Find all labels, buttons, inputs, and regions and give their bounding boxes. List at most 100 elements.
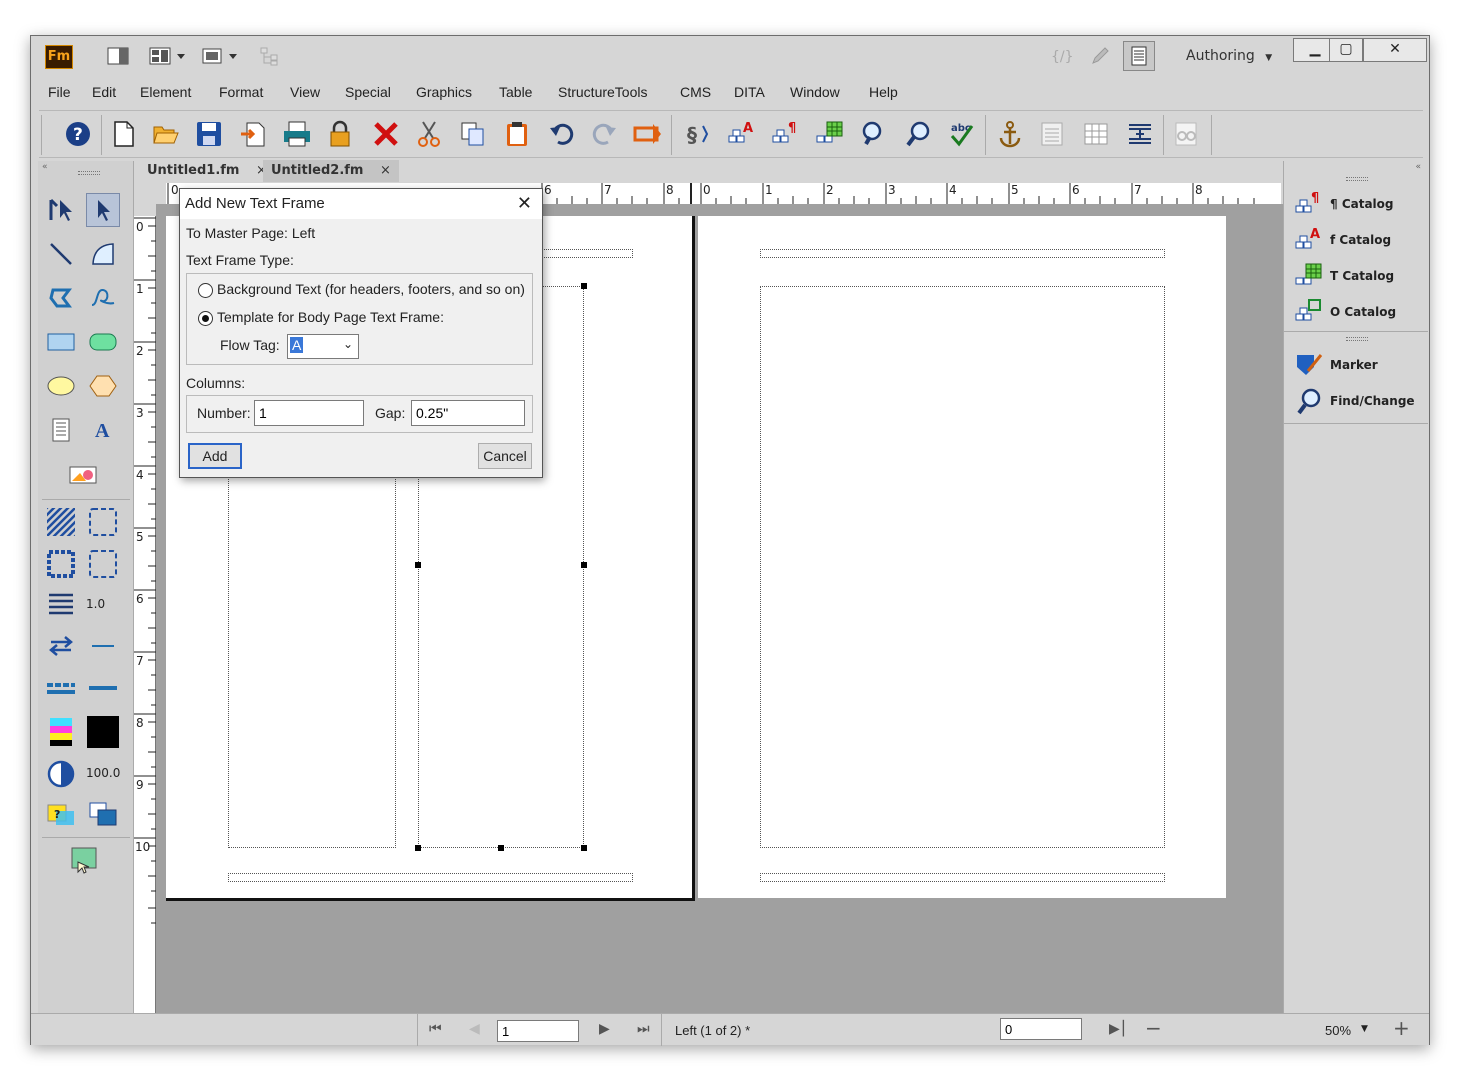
freehand-tool-icon[interactable] bbox=[86, 281, 120, 315]
copy-icon[interactable] bbox=[458, 119, 488, 149]
menu-cms[interactable]: CMS bbox=[680, 84, 711, 100]
close-icon[interactable]: × bbox=[380, 163, 391, 178]
columns-gap-input[interactable] bbox=[411, 400, 525, 426]
find-change-item[interactable]: Find/Change bbox=[1294, 386, 1415, 416]
page-number-input[interactable] bbox=[497, 1020, 579, 1042]
last-page-icon[interactable]: ⏭ bbox=[637, 1021, 650, 1037]
menu-format[interactable]: Format bbox=[219, 84, 263, 100]
tint-icon[interactable] bbox=[44, 757, 78, 791]
import-icon[interactable] bbox=[238, 119, 268, 149]
previous-page-icon[interactable]: ◀ bbox=[469, 1021, 480, 1037]
cancel-button[interactable]: Cancel bbox=[478, 443, 532, 469]
wysiwyg-view-icon[interactable] bbox=[1123, 41, 1155, 71]
tab-untitled2[interactable]: Untitled2.fm × bbox=[263, 160, 399, 182]
workspace-switcher[interactable]: Authoring ▼ bbox=[1186, 48, 1272, 64]
graphics-tools-icon[interactable] bbox=[66, 843, 100, 877]
dash-pattern-icon[interactable] bbox=[44, 671, 78, 705]
solid-line-icon[interactable] bbox=[86, 671, 120, 705]
character-designer-icon[interactable]: A bbox=[727, 119, 757, 149]
smart-select-icon[interactable] bbox=[44, 193, 78, 227]
lock-icon[interactable] bbox=[325, 119, 355, 149]
selection-handle[interactable] bbox=[581, 283, 587, 289]
zoom-level[interactable]: 50% bbox=[1325, 1023, 1351, 1038]
text-column-icon[interactable] bbox=[44, 413, 78, 447]
pen-none-icon[interactable] bbox=[86, 547, 120, 581]
table-catalog-item[interactable]: T Catalog bbox=[1294, 261, 1394, 291]
current-color-swatch[interactable] bbox=[86, 715, 120, 749]
help-icon[interactable]: ? bbox=[63, 119, 93, 149]
header-frame[interactable] bbox=[760, 249, 1165, 258]
panel-toggle-icon[interactable] bbox=[107, 46, 129, 66]
menu-window[interactable]: Window bbox=[790, 84, 840, 100]
footer-frame[interactable] bbox=[228, 873, 633, 882]
delete-icon[interactable] bbox=[371, 119, 401, 149]
flow-icon[interactable]: ▶⎮ bbox=[1109, 1021, 1127, 1037]
find-icon[interactable] bbox=[903, 119, 933, 149]
glasses-icon[interactable] bbox=[1171, 119, 1201, 149]
code-view-icon[interactable]: {/} bbox=[1049, 46, 1074, 66]
menu-graphics[interactable]: Graphics bbox=[416, 84, 472, 100]
collapse-icon[interactable]: « bbox=[42, 162, 48, 172]
layout-dropdown-icon[interactable] bbox=[149, 46, 189, 66]
polygon-tool-icon[interactable] bbox=[86, 369, 120, 403]
line-tool-icon[interactable] bbox=[44, 237, 78, 271]
text-line-icon[interactable]: A bbox=[86, 413, 120, 447]
fill-pattern-icon[interactable] bbox=[44, 505, 78, 539]
new-document-icon[interactable] bbox=[109, 119, 139, 149]
table-designer-icon[interactable] bbox=[815, 119, 845, 149]
print-icon[interactable] bbox=[282, 119, 312, 149]
menu-element[interactable]: Element bbox=[140, 84, 191, 100]
select-object-icon[interactable] bbox=[86, 193, 120, 227]
paragraph-designer-icon[interactable]: ¶ bbox=[771, 119, 801, 149]
repeat-icon[interactable] bbox=[633, 119, 663, 149]
cut-icon[interactable] bbox=[414, 119, 444, 149]
rectangle-tool-icon[interactable] bbox=[44, 325, 78, 359]
body-text-frame[interactable] bbox=[760, 286, 1165, 848]
open-folder-icon[interactable] bbox=[151, 119, 181, 149]
marker-item[interactable]: Marker bbox=[1294, 350, 1378, 380]
chevron-down-icon[interactable]: ▼ bbox=[1361, 1024, 1368, 1034]
bring-to-front-icon[interactable] bbox=[86, 797, 120, 831]
insert-text-icon[interactable] bbox=[1037, 119, 1067, 149]
next-page-icon[interactable]: ▶ bbox=[599, 1021, 610, 1037]
maximize-button[interactable]: ▢ bbox=[1329, 38, 1363, 62]
selection-handle[interactable] bbox=[498, 845, 504, 851]
grip-icon[interactable] bbox=[1346, 177, 1368, 181]
fill-none-icon[interactable] bbox=[86, 505, 120, 539]
undo-icon[interactable] bbox=[547, 119, 577, 149]
paragraph-catalog-item[interactable]: ¶ ¶ Catalog bbox=[1294, 189, 1394, 219]
columns-number-input[interactable] bbox=[254, 400, 364, 426]
menu-table[interactable]: Table bbox=[499, 84, 532, 100]
menu-file[interactable]: File bbox=[48, 84, 71, 100]
paste-icon[interactable] bbox=[502, 119, 532, 149]
selection-handle[interactable] bbox=[581, 562, 587, 568]
selection-handle[interactable] bbox=[415, 562, 421, 568]
save-icon[interactable] bbox=[194, 119, 224, 149]
close-icon[interactable]: ✕ bbox=[517, 193, 532, 214]
color-icon[interactable] bbox=[44, 715, 78, 749]
zoom-out-icon[interactable]: − bbox=[1145, 1016, 1162, 1040]
close-button[interactable]: ✕ bbox=[1363, 38, 1427, 62]
menu-help[interactable]: Help bbox=[869, 84, 898, 100]
structure-view-icon[interactable] bbox=[259, 46, 281, 66]
flow-tag-select[interactable]: A ⌄ bbox=[287, 334, 359, 359]
arc-tool-icon[interactable] bbox=[86, 237, 120, 271]
line-end-style-icon[interactable] bbox=[86, 629, 120, 663]
insert-table-icon[interactable] bbox=[1081, 119, 1111, 149]
insert-row-icon[interactable] bbox=[1125, 119, 1155, 149]
anchor-icon[interactable] bbox=[995, 119, 1025, 149]
rounded-rectangle-tool-icon[interactable] bbox=[86, 325, 120, 359]
right-master-page[interactable] bbox=[698, 216, 1226, 898]
tab-untitled1[interactable]: Untitled1.fm × bbox=[139, 160, 275, 182]
grip-icon[interactable] bbox=[78, 171, 100, 175]
line-width-icon[interactable] bbox=[44, 587, 78, 621]
zoom-in-icon[interactable]: + bbox=[1393, 1016, 1410, 1040]
pen-pattern-icon[interactable] bbox=[44, 547, 78, 581]
place-graphic-icon[interactable] bbox=[66, 457, 100, 491]
menu-special[interactable]: Special bbox=[345, 84, 391, 100]
oval-tool-icon[interactable] bbox=[44, 369, 78, 403]
status-field[interactable] bbox=[1000, 1018, 1082, 1040]
object-catalog-item[interactable]: O Catalog bbox=[1294, 297, 1396, 327]
selection-handle[interactable] bbox=[415, 845, 421, 851]
menu-dita[interactable]: DITA bbox=[734, 84, 765, 100]
